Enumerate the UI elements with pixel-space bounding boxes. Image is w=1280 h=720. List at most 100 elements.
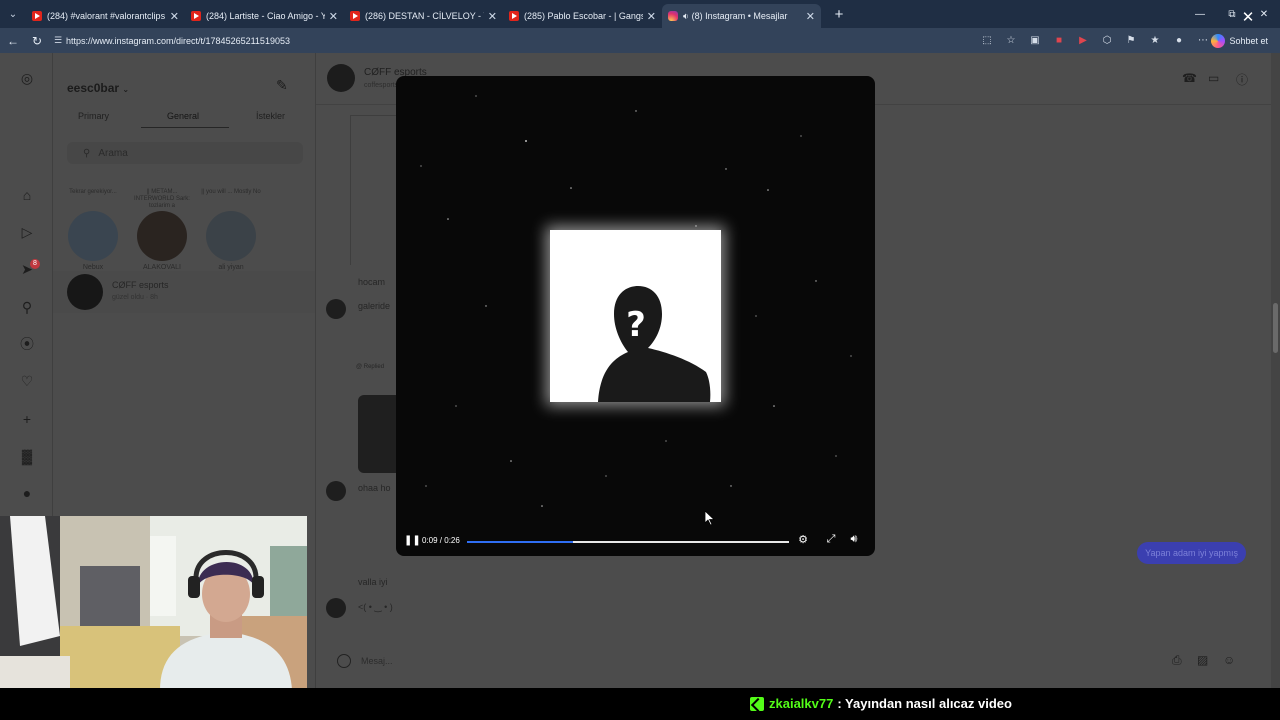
tab-title: (286) DESTAN - CİLVELOY - YouTu — [365, 11, 484, 21]
search-input[interactable]: ⚲ Arama — [67, 142, 303, 164]
copilot-icon — [1211, 33, 1226, 48]
mouse-cursor-icon — [705, 511, 715, 525]
youtube-icon — [509, 11, 519, 21]
note-name: ALAKOVALI — [142, 264, 181, 271]
gallery-icon[interactable]: ▨ — [1197, 653, 1213, 669]
extension-youtube-icon[interactable]: ▶ — [1074, 32, 1092, 48]
extension-red-icon[interactable]: ■ — [1050, 32, 1068, 48]
phone-icon[interactable]: ☎ — [1182, 71, 1198, 87]
speaker-icon[interactable]: 🔉︎ — [683, 11, 689, 22]
search-placeholder: Arama — [98, 147, 128, 159]
settings-gear-icon[interactable]: ⚙ — [796, 533, 810, 547]
browser-tab[interactable]: (286) DESTAN - CİLVELOY - YouTu ✕ — [344, 4, 503, 28]
split-screen-icon[interactable]: ▣ — [1026, 32, 1044, 48]
browser-tab[interactable]: (284) #valorant #valorantclips #va ✕ — [26, 4, 185, 28]
messages-badge: 8 — [30, 259, 40, 269]
dashboard-icon[interactable]: ▓ — [16, 445, 38, 467]
note-name: Nebux — [82, 264, 104, 271]
explore-icon[interactable]: ⦿ — [16, 333, 38, 355]
scrollbar-thumb[interactable] — [1273, 303, 1278, 353]
browser-tab[interactable]: (285) Pablo Escobar - | Gangsta's P ✕ — [503, 4, 662, 28]
youtube-icon — [350, 11, 360, 21]
new-message-icon[interactable]: ✎ — [276, 77, 294, 95]
url-text: https://www.instagram.com/direct/t/17845… — [66, 35, 290, 46]
username: eesc0bar — [67, 81, 120, 95]
home-icon[interactable]: ⌂ — [16, 184, 38, 206]
note-bubble: || METAM... INTERWORLD Sark: tozlarim a — [134, 189, 190, 209]
instagram-icon — [668, 11, 678, 21]
note-bubble: || you will ... Mostly No — [201, 189, 261, 195]
avatar[interactable] — [327, 64, 355, 92]
reply-label: @ Replied — [356, 364, 385, 370]
conversation-preview: güzel oldu · 8h — [112, 294, 158, 301]
tab-actions-menu-icon[interactable]: ⌄ — [0, 0, 26, 28]
search-icon[interactable]: ⚲ — [16, 296, 38, 318]
tab-general[interactable]: General — [167, 111, 199, 121]
new-tab-button[interactable]: + — [829, 6, 849, 23]
video-progress-bar[interactable] — [467, 541, 789, 543]
conversation-item[interactable]: CØFF esports güzel oldu · 8h — [53, 271, 315, 313]
message-text: hocam — [358, 277, 386, 287]
tab-close-icon[interactable]: ✕ — [647, 10, 656, 23]
note-item[interactable]: || METAM... INTERWORLD Sark: tozlarim a … — [132, 189, 192, 271]
chevron-down-icon: ⌄ — [122, 85, 130, 94]
avatar — [68, 211, 118, 261]
close-viewer-icon[interactable]: ✕ — [1240, 10, 1256, 26]
minimize-icon[interactable]: — — [1184, 0, 1216, 28]
browser-tab-active[interactable]: 🔉︎ (8) Instagram • Mesajlar ✕ — [662, 4, 821, 28]
chat-text: : Yayından nasıl alıcaz video — [837, 696, 1012, 711]
browser-tab[interactable]: (284) Lartiste - Ciao Amigo - YouTu ✕ — [185, 4, 344, 28]
chat-username: zkaialkv77 — [769, 696, 834, 711]
youtube-icon — [32, 11, 42, 21]
extensions-icon[interactable]: ⬡ — [1098, 32, 1116, 48]
tab-close-icon[interactable]: ✕ — [488, 10, 497, 23]
tab-requests[interactable]: İstekler — [256, 111, 285, 121]
volume-icon[interactable]: 🔊︎ — [847, 533, 861, 547]
note-item[interactable]: || you will ... Mostly No ali yiyan — [201, 189, 261, 271]
video-call-icon[interactable]: ▭ — [1208, 71, 1224, 87]
browser-essentials-icon[interactable]: ⚑ — [1122, 32, 1140, 48]
favorite-star-icon[interactable]: ☆ — [1002, 32, 1020, 48]
info-icon[interactable]: ⓘ — [1236, 71, 1252, 87]
reels-icon[interactable]: ▷ — [16, 221, 38, 243]
notifications-heart-icon[interactable]: ♡ — [16, 370, 38, 392]
fullscreen-icon[interactable]: ⤢ — [824, 533, 838, 547]
message-text: ohaa ho — [358, 483, 391, 493]
emoji-icon[interactable] — [337, 654, 351, 668]
webcam-overlay — [0, 516, 307, 690]
avatar — [326, 481, 346, 501]
page-scrollbar[interactable] — [1271, 53, 1280, 688]
outgoing-message: Yapan adam iyi yapmış — [1137, 542, 1246, 564]
tab-close-icon[interactable]: ✕ — [806, 10, 815, 23]
tab-title: (284) Lartiste - Ciao Amigo - YouTu — [206, 11, 325, 21]
sticker-icon[interactable]: ☺ — [1223, 653, 1239, 669]
tab-primary[interactable]: Primary — [78, 111, 109, 121]
instagram-logo-icon[interactable]: ◎ — [16, 67, 38, 89]
create-icon[interactable]: + — [16, 408, 38, 430]
composer-placeholder: Mesaj... — [361, 656, 393, 666]
message-text: valla iyi — [358, 577, 388, 587]
profile-avatar[interactable]: ● — [1170, 32, 1188, 48]
video-controls: ❚❚ 0:09 / 0:26 ⚙ ⤢ 🔊︎ — [396, 524, 875, 556]
account-switcher[interactable]: eesc0bar ⌄ — [67, 81, 129, 95]
conversation-name: CØFF esports — [112, 280, 169, 290]
video-player[interactable]: ? ❚❚ 0:09 / 0:26 ⚙ ⤢ 🔊︎ — [396, 76, 875, 556]
profile-avatar[interactable]: ● — [16, 482, 38, 504]
microphone-icon[interactable]: ⎙ — [1172, 653, 1188, 669]
back-icon[interactable]: ← — [2, 30, 24, 52]
avatar — [206, 211, 256, 261]
stream-chat-bar: zkaialkv77 : Yayından nasıl alıcaz video — [0, 688, 1280, 720]
tab-close-icon[interactable]: ✕ — [329, 10, 338, 23]
message-composer[interactable]: Mesaj... ⎙ ▨ ☺ — [332, 647, 1262, 675]
copilot-button[interactable]: Sohbet et — [1207, 31, 1274, 50]
browser-tab-bar: ⌄ (284) #valorant #valorantclips #va ✕ (… — [0, 0, 1280, 28]
pause-icon[interactable]: ❚❚ — [404, 535, 421, 546]
favorites-icon[interactable]: ★ — [1146, 32, 1164, 48]
avatar — [137, 211, 187, 261]
note-item[interactable]: Tekrar gerekiyor... Nebux — [63, 189, 123, 271]
tab-close-icon[interactable]: ✕ — [170, 10, 179, 23]
tab-title: (8) Instagram • Mesajlar — [691, 11, 788, 21]
refresh-icon[interactable]: ↻ — [26, 30, 48, 52]
site-info-icon[interactable]: ☰ — [50, 35, 66, 46]
app-available-icon[interactable]: ⬚ — [978, 32, 996, 48]
